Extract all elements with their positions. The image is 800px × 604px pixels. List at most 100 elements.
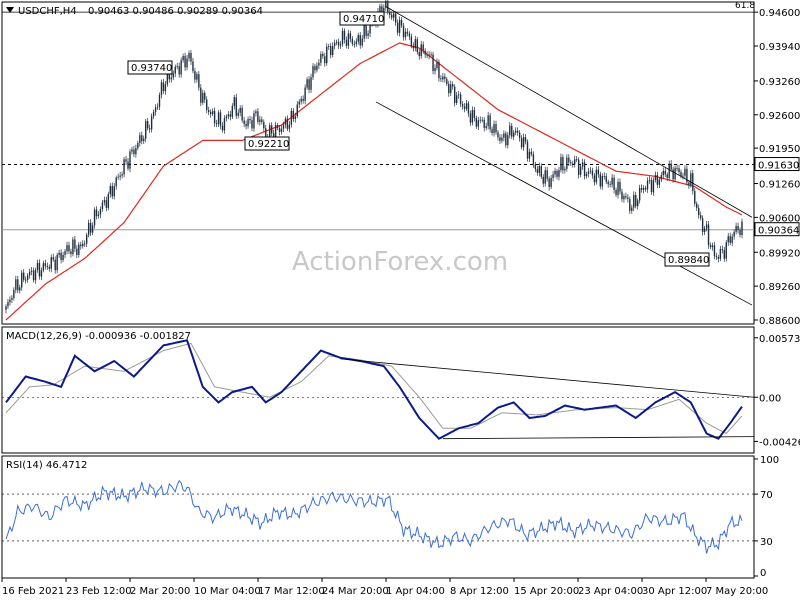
- candle-body: [284, 118, 287, 125]
- candle-body: [95, 209, 98, 217]
- candle-body: [680, 172, 682, 176]
- candle-body: [270, 125, 273, 134]
- candle-body: [408, 33, 411, 37]
- candle-body: [330, 46, 332, 55]
- candle-body: [583, 162, 586, 177]
- candle-body: [428, 54, 430, 56]
- time-tick-label: 17 Mar 12:00: [258, 586, 325, 597]
- candle-body: [463, 106, 466, 109]
- candle-body: [48, 266, 50, 269]
- symbol-header: USDCHF,H4 0.90463 0.90486 0.90289 0.9036…: [6, 6, 263, 17]
- annotation-label: 0.93740: [131, 63, 172, 74]
- candle-body: [560, 157, 562, 171]
- candle-body: [387, 0, 389, 12]
- candle-body: [294, 116, 296, 120]
- candle-body: [552, 174, 554, 178]
- candle-body: [416, 39, 418, 53]
- candle-body: [410, 36, 413, 46]
- time-tick-label: 15 Apr 20:00: [514, 586, 579, 597]
- candle-body: [637, 200, 639, 207]
- candle-body: [312, 66, 314, 78]
- candle-body: [80, 244, 82, 247]
- candle-body: [121, 174, 123, 176]
- candle-body: [265, 128, 267, 138]
- candle-body: [156, 106, 159, 108]
- candle-body: [28, 271, 31, 276]
- candle-body: [109, 186, 111, 195]
- candle-body: [581, 162, 584, 167]
- candle-body: [170, 77, 173, 80]
- candle-body: [475, 117, 478, 127]
- candle-body: [434, 67, 436, 72]
- candle-body: [406, 31, 409, 34]
- candle-body: [453, 86, 456, 104]
- candle-body: [184, 56, 186, 68]
- candle-body: [202, 92, 204, 103]
- candle-body: [522, 137, 525, 148]
- candle-body: [514, 130, 517, 133]
- candle-body: [32, 270, 35, 281]
- candle-body: [524, 137, 527, 142]
- candle-body: [739, 229, 741, 235]
- candle-body: [164, 84, 167, 92]
- macd-tick-label: 0.005739: [759, 334, 800, 345]
- candle-body: [471, 110, 474, 123]
- candle-body: [489, 115, 491, 130]
- candle-body: [727, 236, 729, 243]
- candle-body: [150, 116, 153, 130]
- candle-body: [477, 120, 479, 127]
- candle-body: [526, 141, 529, 159]
- candle-body: [237, 112, 239, 116]
- candle-body: [11, 298, 13, 300]
- candle-body: [251, 120, 253, 129]
- candle-body: [282, 124, 285, 129]
- candle-body: [188, 52, 190, 59]
- rsi-tick-label: 0: [760, 568, 766, 579]
- candle-body: [26, 275, 29, 280]
- candle-body: [548, 178, 550, 187]
- candle-body: [546, 170, 548, 179]
- candle-body: [615, 189, 617, 195]
- time-tick-label: 24 Mar 20:00: [322, 586, 389, 597]
- candle-body: [261, 119, 263, 122]
- candle-body: [459, 94, 462, 104]
- candle-body: [699, 215, 702, 219]
- candle-body: [516, 130, 519, 133]
- candle-body: [404, 31, 407, 38]
- candle-body: [461, 103, 464, 107]
- time-tick-label: 23 Feb 12:00: [66, 586, 132, 597]
- candle-body: [296, 104, 298, 117]
- candle-body: [174, 66, 176, 74]
- candle-body: [530, 151, 533, 155]
- candle-body: [729, 236, 731, 243]
- candle-body: [733, 231, 735, 237]
- candle-body: [721, 249, 724, 250]
- time-tick-label: 8 Apr 12:00: [450, 586, 509, 597]
- price-tick-label: 0.93260: [759, 77, 800, 88]
- candle-body: [367, 33, 369, 36]
- candle-body: [507, 135, 509, 146]
- candle-body: [682, 175, 684, 177]
- candle-body: [146, 121, 149, 129]
- macd-tick-label: -0.004261: [759, 437, 800, 448]
- candle-body: [335, 41, 338, 43]
- candle-body: [501, 137, 503, 141]
- candle-body: [351, 38, 354, 44]
- candle-body: [440, 78, 442, 80]
- candle-body: [141, 135, 143, 142]
- price-tick-label: 0.94600: [759, 8, 800, 19]
- rsi-panel: [1, 455, 755, 579]
- candle-body: [255, 111, 257, 114]
- price-tick-label: 0.91950: [759, 144, 800, 155]
- candle-body: [587, 171, 590, 174]
- candle-body: [198, 74, 200, 88]
- candle-body: [365, 25, 367, 36]
- candle-body: [499, 137, 501, 141]
- candle-body: [245, 123, 247, 127]
- time-tick-label: 30 Apr 12:00: [642, 586, 707, 597]
- candle-body: [24, 279, 27, 281]
- candle-body: [420, 44, 422, 57]
- candle-body: [241, 107, 243, 121]
- candle-body: [200, 87, 202, 103]
- candle-body: [688, 182, 690, 186]
